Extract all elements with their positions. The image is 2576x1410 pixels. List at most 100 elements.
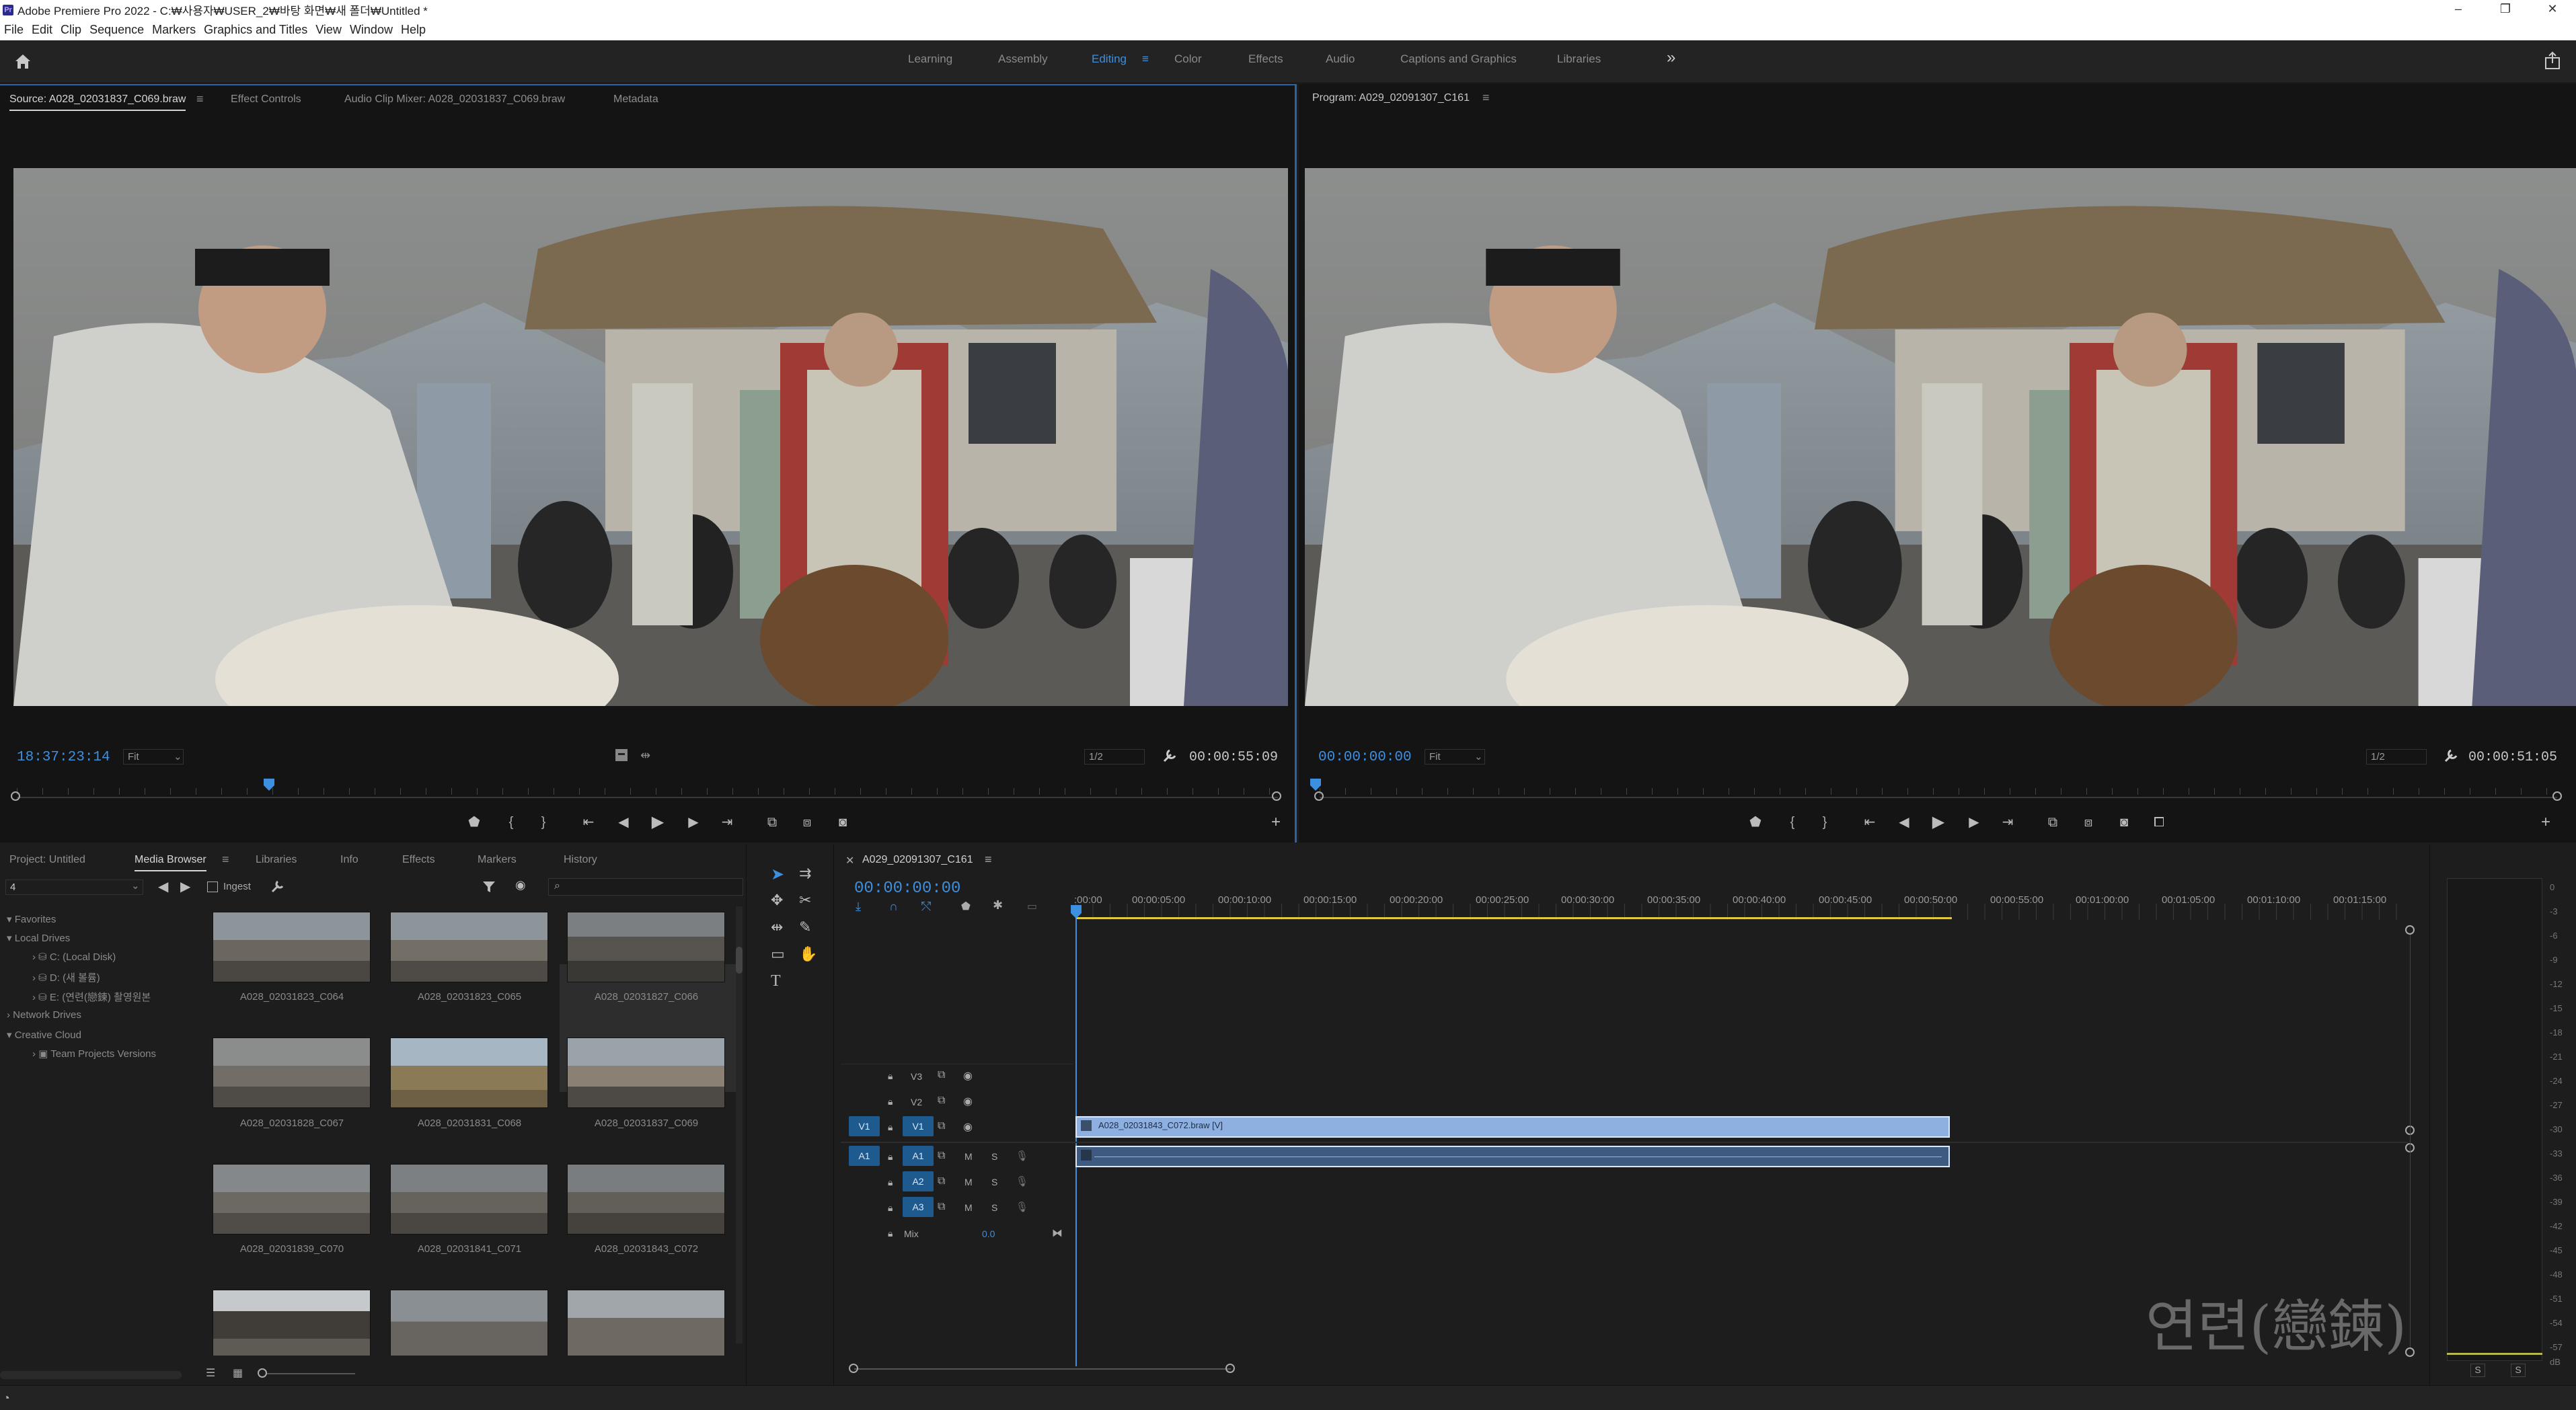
background-task-icon[interactable]: ◔: [3, 1391, 10, 1405]
forward-arrow-icon[interactable]: ▶: [180, 878, 190, 895]
add-marker-icon[interactable]: ⬟: [961, 900, 971, 913]
razor-tool-icon[interactable]: ✂: [799, 892, 811, 909]
hand-tool-icon[interactable]: ✋: [799, 945, 817, 963]
panel-menu-icon[interactable]: ≡: [196, 92, 204, 106]
clip-thumbnail[interactable]: [390, 1164, 548, 1235]
tree-item-team-projects[interactable]: › ▣ Team Projects Versions: [32, 1048, 156, 1060]
hamburger-menu-icon[interactable]: ≡: [1142, 52, 1149, 66]
track-target-a1[interactable]: A1: [903, 1146, 934, 1166]
extract-icon[interactable]: ⧈: [2078, 812, 2098, 832]
sync-lock-icon[interactable]: ⧉: [938, 1095, 945, 1107]
step-back-icon[interactable]: ◀: [1894, 812, 1914, 832]
tree-item-favorites[interactable]: ▾ Favorites: [7, 913, 56, 925]
program-playhead-marker[interactable]: [1310, 779, 1321, 791]
menu-file[interactable]: File: [4, 23, 24, 37]
tree-scrollbar[interactable]: [0, 1371, 182, 1379]
path-dropdown[interactable]: 4: [5, 879, 143, 895]
solo-button[interactable]: S: [991, 1177, 997, 1187]
tab-info[interactable]: Info: [340, 854, 358, 866]
workspace-color[interactable]: Color: [1174, 52, 1202, 66]
tab-program[interactable]: Program: A029_02091307_C161: [1312, 92, 1470, 104]
workspace-editing[interactable]: Editing: [1092, 52, 1127, 66]
tab-metadata[interactable]: Metadata: [613, 93, 658, 106]
grid-scroll-thumb[interactable]: [736, 947, 743, 974]
wrench-settings-icon[interactable]: [1162, 748, 1178, 764]
program-resolution-select[interactable]: 1/2: [2366, 749, 2427, 765]
lock-icon[interactable]: 🔒︎: [888, 1177, 893, 1188]
close-button[interactable]: ✕: [2532, 0, 2573, 19]
play-icon[interactable]: ▶: [1928, 812, 1948, 832]
sync-lock-icon[interactable]: ⧉: [938, 1201, 945, 1213]
tree-item-local-drives[interactable]: ▾ Local Drives: [7, 932, 70, 944]
step-forward-icon[interactable]: ▶: [1964, 812, 1984, 832]
add-marker-icon[interactable]: ⬟: [1745, 812, 1766, 832]
lock-icon[interactable]: 🔒︎: [888, 1122, 893, 1133]
mute-button[interactable]: M: [964, 1202, 973, 1213]
type-tool-icon[interactable]: T: [771, 972, 781, 990]
source-playhead-timecode[interactable]: 18:37:23:14: [17, 750, 110, 765]
source-patch-v1[interactable]: V1: [849, 1116, 880, 1136]
tab-media-browser[interactable]: Media Browser: [135, 854, 206, 871]
maximize-button[interactable]: ❐: [2485, 0, 2526, 19]
export-frame-icon[interactable]: ◙: [2114, 812, 2134, 832]
source-resolution-select[interactable]: 1/2: [1084, 749, 1145, 765]
sync-lock-icon[interactable]: ⧉: [938, 1150, 945, 1162]
workspace-assembly[interactable]: Assembly: [998, 52, 1048, 66]
mark-in-icon[interactable]: {: [1782, 812, 1803, 832]
clip-thumbnail[interactable]: [213, 912, 371, 982]
source-playhead-marker[interactable]: [264, 779, 274, 791]
mute-button[interactable]: M: [964, 1151, 973, 1162]
rectangle-tool-icon[interactable]: ▭: [771, 945, 785, 963]
workspace-audio[interactable]: Audio: [1326, 52, 1355, 66]
overwrite-icon[interactable]: ⧈: [797, 812, 817, 832]
go-to-in-icon[interactable]: ⇤: [1860, 812, 1880, 832]
source-patch-a1[interactable]: A1: [849, 1146, 880, 1166]
tab-markers[interactable]: Markers: [478, 854, 517, 866]
video-clip[interactable]: A028_02031843_C072.braw [V]: [1075, 1116, 1950, 1138]
menu-window[interactable]: Window: [350, 23, 393, 37]
share-icon[interactable]: [2544, 51, 2561, 70]
tree-item-c-drive[interactable]: › ⛁ C: (Local Disk): [32, 951, 116, 963]
workspace-learning[interactable]: Learning: [908, 52, 952, 66]
mute-button[interactable]: M: [964, 1177, 973, 1187]
menu-markers[interactable]: Markers: [152, 23, 196, 37]
snap-magnet-icon[interactable]: ∩: [889, 900, 898, 914]
export-frame-icon[interactable]: ◙: [833, 812, 853, 832]
program-scrub-bar[interactable]: [1320, 797, 2557, 798]
zoom-handle-left[interactable]: [849, 1364, 858, 1373]
tab-sequence[interactable]: A029_02091307_C161: [862, 854, 973, 866]
mix-volume-value[interactable]: 0.0: [982, 1228, 995, 1239]
captions-icon[interactable]: ▭: [1027, 900, 1037, 913]
panel-menu-icon[interactable]: ≡: [985, 853, 992, 867]
sync-lock-icon[interactable]: ⧉: [938, 1175, 945, 1187]
button-editor-icon[interactable]: +: [2536, 812, 2556, 832]
timeline-settings-wrench-icon[interactable]: ✱: [993, 898, 1003, 912]
menu-clip[interactable]: Clip: [61, 23, 81, 37]
lock-icon[interactable]: 🔒︎: [888, 1202, 893, 1214]
solo-right-button[interactable]: S: [2511, 1364, 2526, 1377]
microphone-icon[interactable]: 🎙︎: [1016, 1175, 1028, 1187]
icon-view-icon[interactable]: ▦: [233, 1366, 243, 1380]
source-scrub-bar[interactable]: [17, 797, 1278, 798]
search-input[interactable]: ⌕: [548, 878, 743, 896]
tab-source[interactable]: Source: A028_02031837_C069.braw: [9, 93, 186, 111]
selection-tool-icon[interactable]: ➤: [771, 865, 784, 884]
filter-icon[interactable]: [482, 879, 496, 894]
close-tab-icon[interactable]: ✕: [845, 854, 854, 867]
workspace-effects[interactable]: Effects: [1248, 52, 1283, 66]
grid-scrollbar[interactable]: [736, 906, 743, 1343]
workspace-captions[interactable]: Captions and Graphics: [1400, 52, 1517, 66]
clip-thumbnail[interactable]: [213, 1164, 371, 1235]
clip-thumbnail[interactable]: [567, 1290, 725, 1356]
menu-graphics[interactable]: Graphics and Titles: [204, 23, 307, 37]
track-target-a2[interactable]: A2: [903, 1171, 934, 1191]
eye-icon[interactable]: ◉: [963, 1069, 973, 1083]
play-icon[interactable]: ▶: [648, 812, 668, 832]
go-to-out-icon[interactable]: ⇥: [1998, 812, 2018, 832]
track-label-v3[interactable]: V3: [911, 1071, 922, 1082]
pen-tool-icon[interactable]: ✎: [799, 918, 811, 936]
drag-video-icon[interactable]: ⇹: [640, 748, 650, 762]
panel-menu-icon[interactable]: ≡: [1482, 91, 1490, 105]
menu-sequence[interactable]: Sequence: [89, 23, 144, 37]
eye-icon[interactable]: ◉: [515, 878, 526, 892]
